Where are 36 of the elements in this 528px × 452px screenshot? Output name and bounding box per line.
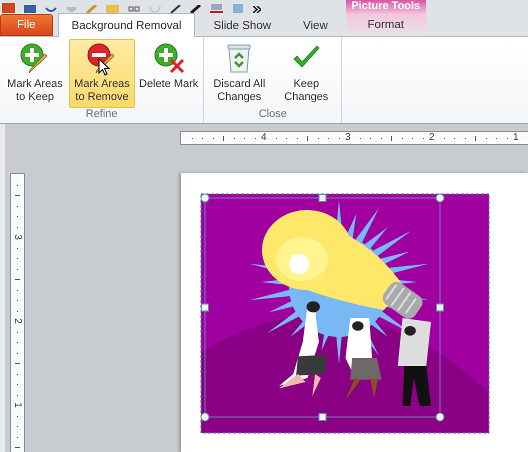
ribbon-button[interactable]: Mark Areas to Remove — [69, 39, 135, 108]
ribbon-tab[interactable]: Background Removal — [58, 13, 196, 37]
resize-handle[interactable] — [436, 194, 444, 202]
marker-icon[interactable] — [190, 5, 201, 13]
ruler-number: 3 — [12, 234, 22, 240]
file-menu-button[interactable]: File — [0, 14, 53, 36]
contextual-tab-title: Picture Tools — [351, 0, 420, 13]
group-label: Refine — [84, 108, 119, 122]
ribbon-button[interactable]: Discard All Changes — [206, 39, 272, 108]
ruler-number: 3 — [345, 133, 351, 143]
resize-handle[interactable] — [201, 304, 209, 312]
resize-handle[interactable] — [436, 304, 444, 312]
pen-icon[interactable] — [170, 5, 181, 13]
ribbon-tab[interactable]: View — [289, 14, 342, 36]
resize-handle[interactable] — [318, 194, 326, 202]
ribbon-tab[interactable]: Format — [356, 13, 415, 35]
shapes-icon[interactable] — [128, 5, 140, 13]
ribbon-button[interactable]: Keep Changes — [273, 39, 340, 108]
mouse-pointer-icon — [98, 58, 110, 76]
more-icon[interactable] — [253, 6, 261, 13]
ruler-number: 4 — [261, 133, 267, 143]
ruler-number: 1 — [12, 402, 22, 408]
ribbon-button[interactable]: Delete Mark — [136, 39, 202, 108]
resize-handle[interactable] — [200, 412, 210, 422]
resize-handle[interactable] — [318, 413, 326, 421]
resize-handle[interactable] — [200, 194, 210, 202]
resize-handle[interactable] — [436, 412, 444, 422]
group-label: Close — [258, 108, 288, 122]
ruler-number: 2 — [12, 318, 22, 324]
ruler-number: 2 — [429, 133, 435, 143]
ribbon-tab[interactable]: Slide Show — [199, 14, 286, 36]
undo-icon[interactable] — [45, 7, 57, 13]
delete-mark-icon — [152, 42, 185, 74]
pencil-icon[interactable] — [86, 5, 97, 13]
ruler-number: 1 — [513, 133, 519, 143]
ribbon-button[interactable]: Mark Areas to Keep — [2, 39, 68, 108]
